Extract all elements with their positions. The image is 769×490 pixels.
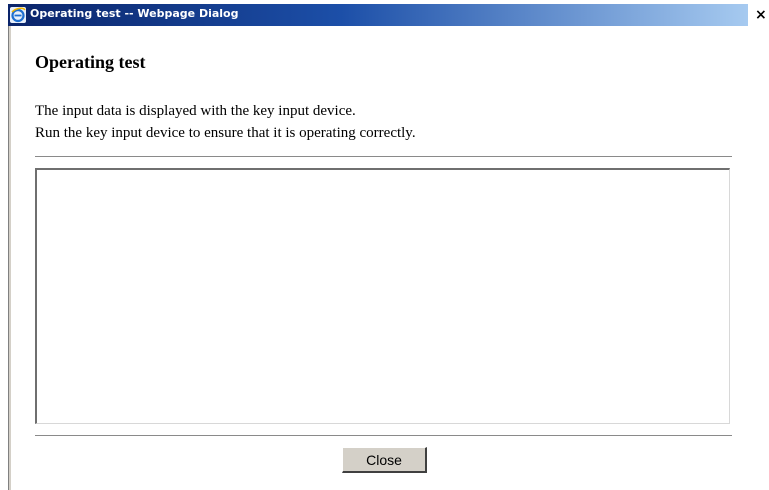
window-left-border [8,26,11,490]
bottom-divider [35,435,732,436]
window-title: Operating test -- Webpage Dialog [30,7,239,20]
title-bar[interactable]: Operating test -- Webpage Dialog × [0,0,769,26]
internet-explorer-icon [10,7,26,23]
description-line-2: Run the key input device to ensure that … [35,125,416,141]
description-line-1: The input data is displayed with the key… [35,103,356,119]
page-title: Operating test [35,52,146,72]
close-button[interactable]: Close [342,447,427,473]
close-icon[interactable]: × [755,5,769,25]
webpage-dialog-window: Operating test -- Webpage Dialog × Opera… [0,0,769,490]
key-input-display-area[interactable] [35,168,730,424]
top-divider [35,156,732,157]
